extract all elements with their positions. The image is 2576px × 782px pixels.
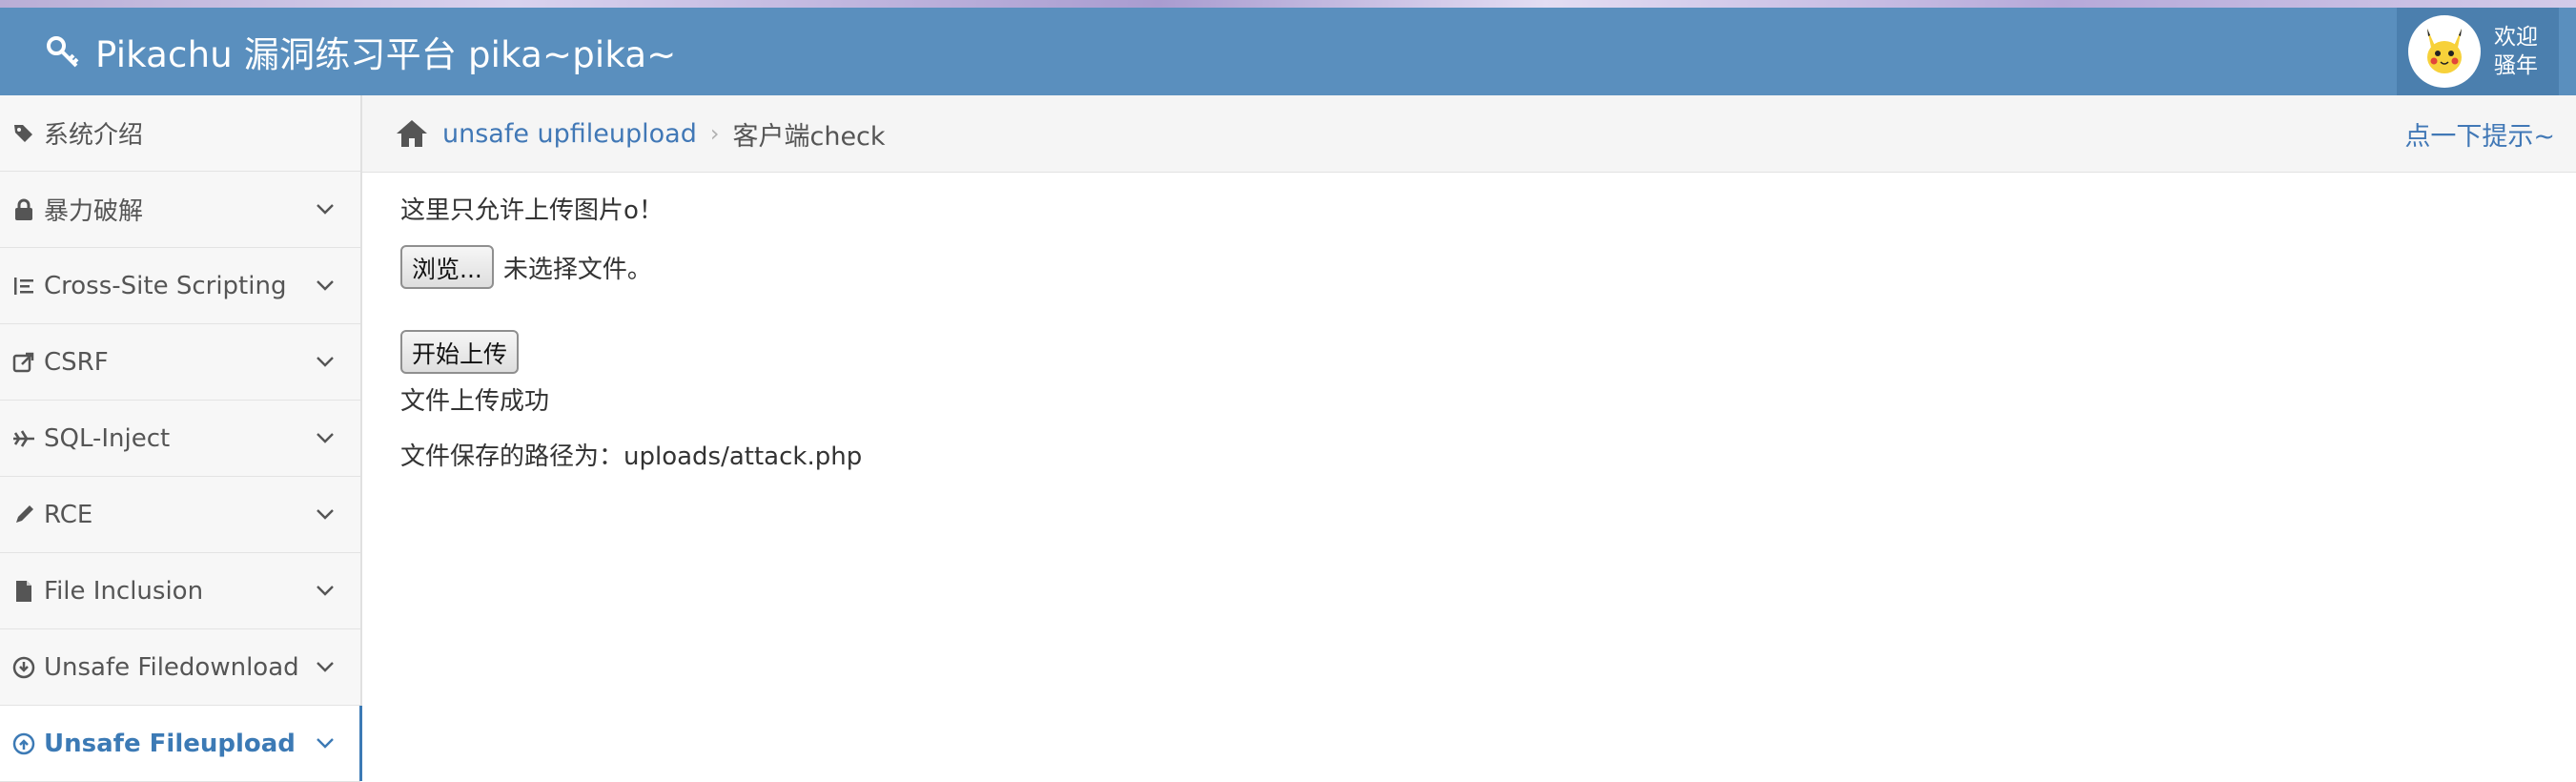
upload-circle-icon: [11, 731, 36, 756]
top-navbar: Pikachu 漏洞练习平台 pika~pika~ 欢迎 骚年: [0, 8, 2576, 95]
chevron-down-icon: [317, 586, 334, 596]
sidebar-item-file-inclusion[interactable]: File Inclusion: [0, 553, 360, 629]
brand[interactable]: Pikachu 漏洞练习平台 pika~pika~: [44, 8, 676, 95]
sidebar-item-label: 暴力破解: [44, 197, 144, 226]
chevron-down-icon: [317, 357, 334, 367]
sidebar-item-xss[interactable]: Cross-Site Scripting: [0, 248, 360, 324]
user-menu[interactable]: 欢迎 骚年: [2397, 8, 2559, 95]
no-file-label: 未选择文件。: [502, 255, 652, 284]
chevron-down-icon: [317, 204, 334, 215]
sidebar-item-brute-force[interactable]: 暴力破解: [0, 172, 360, 248]
chevron-down-icon: [317, 662, 334, 672]
sidebar-item-rce[interactable]: RCE: [0, 477, 360, 553]
chevron-down-icon: [317, 433, 334, 443]
welcome-line-2: 骚年: [2494, 53, 2538, 78]
sidebar-item-unsafe-fileupload[interactable]: Unsafe Fileupload: [0, 706, 362, 782]
hint-link[interactable]: 点一下提示~: [2404, 115, 2555, 153]
main-content: unsafe upfileupload › 客户端check 点一下提示~ 这里…: [362, 95, 2576, 774]
breadcrumb-separator: ›: [709, 120, 720, 147]
home-icon[interactable]: [395, 118, 429, 149]
tags-icon: [11, 121, 36, 146]
chevron-down-icon: [317, 280, 334, 291]
breadcrumb-current: 客户端check: [732, 121, 886, 152]
welcome-line-1: 欢迎: [2494, 25, 2538, 50]
sidebar-item-label: 系统介绍: [44, 121, 144, 150]
upload-notice: 这里只允许上传图片o！: [400, 196, 664, 225]
upload-button[interactable]: 开始上传: [400, 330, 520, 374]
chevron-down-icon: [317, 509, 334, 520]
sidebar-item-sql-inject[interactable]: SQL-Inject: [0, 401, 360, 477]
sidebar: 系统介绍 暴力破解 Cross-Site Scripting CSRF SQL-…: [0, 95, 362, 782]
share-square-icon: [11, 350, 36, 375]
plane-icon: [11, 426, 36, 451]
breadcrumb: unsafe upfileupload › 客户端check 点一下提示~: [362, 95, 2576, 173]
sidebar-item-label: RCE: [44, 500, 93, 529]
key-icon: [47, 36, 79, 68]
pikachu-avatar-icon: [2427, 29, 2462, 73]
upload-status: 文件上传成功: [400, 387, 550, 416]
sidebar-item-label: CSRF: [44, 347, 109, 377]
list-indent-icon: [11, 274, 36, 298]
sidebar-item-label: Cross-Site Scripting: [44, 271, 287, 300]
browse-button[interactable]: 浏览...: [400, 245, 494, 289]
saved-path: 文件保存的路径为：uploads/attack.php: [400, 442, 863, 471]
sidebar-item-unsafe-filedownload[interactable]: Unsafe Filedownload: [0, 629, 360, 706]
file-icon: [11, 579, 36, 604]
sidebar-item-intro[interactable]: 系统介绍: [0, 95, 360, 172]
lock-icon: [11, 197, 36, 222]
sidebar-item-csrf[interactable]: CSRF: [0, 324, 360, 401]
file-input-row: 浏览... 未选择文件。: [400, 245, 652, 289]
download-circle-icon: [11, 655, 36, 680]
sidebar-item-label: File Inclusion: [44, 576, 204, 606]
sidebar-item-label: Unsafe Fileupload: [44, 729, 296, 758]
pencil-icon: [11, 503, 36, 527]
chevron-down-icon: [317, 738, 334, 749]
sidebar-item-label: Unsafe Filedownload: [44, 652, 299, 682]
top-decoration-strip: [0, 0, 2576, 8]
breadcrumb-link[interactable]: unsafe upfileupload: [442, 119, 697, 149]
brand-title: Pikachu 漏洞练习平台 pika~pika~: [95, 34, 677, 75]
welcome-text: 欢迎 骚年: [2494, 23, 2538, 80]
avatar: [2408, 15, 2481, 88]
sidebar-item-label: SQL-Inject: [44, 423, 171, 453]
